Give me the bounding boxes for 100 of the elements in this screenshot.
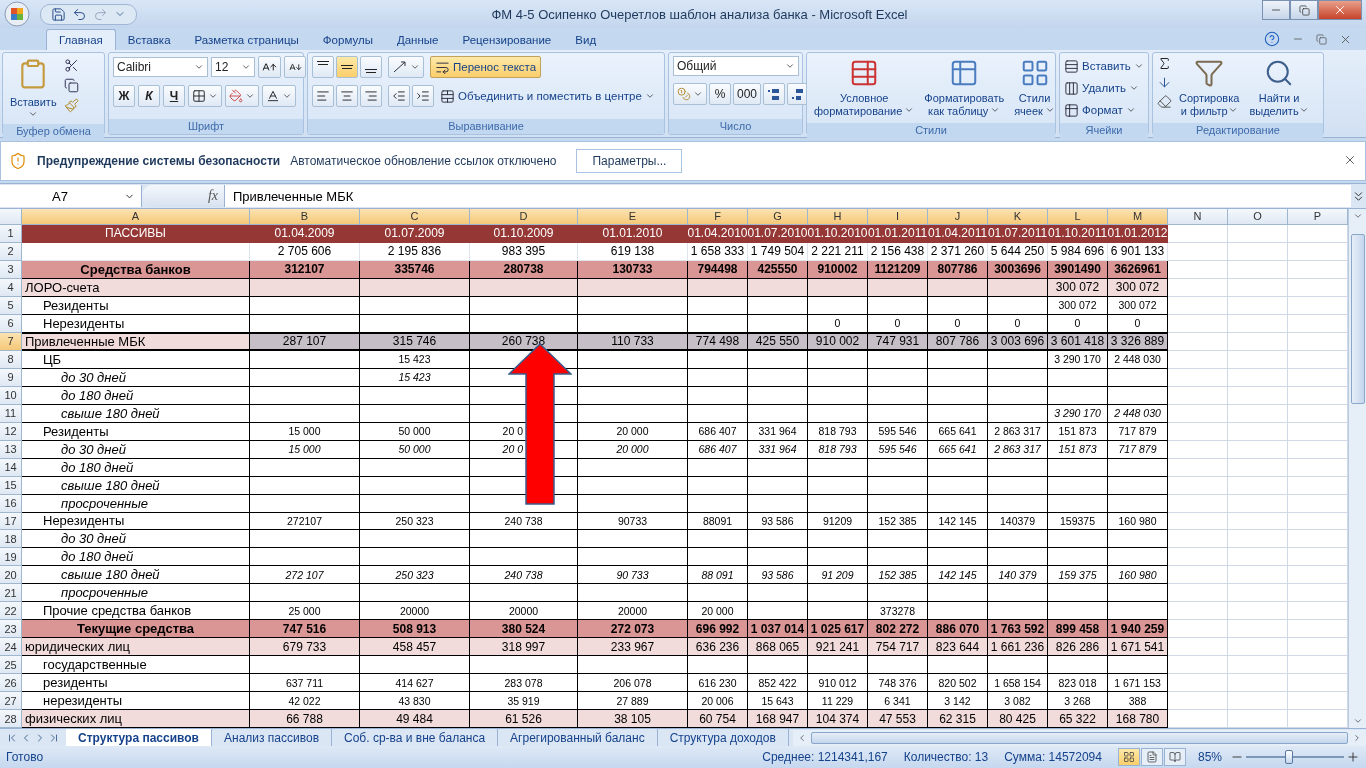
vertical-scrollbar[interactable] [1348, 209, 1366, 728]
column-header[interactable]: H [808, 209, 868, 225]
number-format-field[interactable]: Общий [673, 56, 799, 76]
ribbon-tab[interactable]: Рецензирование [450, 29, 564, 50]
fill-down-icon[interactable] [1157, 75, 1172, 90]
column-header[interactable]: K [988, 209, 1048, 225]
currency-button[interactable] [673, 83, 707, 105]
column-header[interactable]: D [470, 209, 578, 225]
ribbon-tab[interactable]: Данные [384, 29, 451, 50]
column-header[interactable]: L [1048, 209, 1108, 225]
column-header[interactable]: P [1288, 209, 1348, 225]
restore-icon[interactable] [1316, 33, 1327, 45]
vertical-align-button[interactable] [336, 56, 358, 78]
formula-field[interactable]: Привлеченные МБК [224, 185, 1351, 207]
merge-button[interactable]: Объединить и поместить в центре [440, 86, 655, 106]
function-button[interactable]: fx [142, 185, 224, 207]
font-size-field[interactable]: 12 [211, 57, 255, 77]
cells-button[interactable]: Вставить [1064, 56, 1144, 76]
wrap-text-button[interactable]: Перенос текста [430, 56, 542, 78]
cells-button[interactable]: Формат [1064, 100, 1136, 120]
orientation-button[interactable] [388, 56, 424, 78]
decrease-indent-button[interactable] [388, 85, 410, 107]
zoom-level[interactable]: 85% [1197, 750, 1222, 764]
eraser-icon[interactable] [1157, 94, 1172, 109]
column-header[interactable]: G [748, 209, 808, 225]
cells-button[interactable]: Удалить [1064, 78, 1139, 98]
align-right-button[interactable] [360, 85, 382, 107]
row-number[interactable]: 27 [0, 692, 22, 711]
column-header[interactable]: C [360, 209, 470, 225]
close-button[interactable] [1318, 0, 1362, 20]
increase-decimal-button[interactable] [763, 83, 786, 105]
view-button[interactable] [1140, 748, 1163, 766]
ribbon-tab[interactable]: Формулы [310, 29, 385, 50]
font-field[interactable]: Calibri [113, 57, 208, 77]
help-icon[interactable] [1264, 31, 1280, 47]
ribbon-tab[interactable]: Главная [46, 29, 116, 50]
format-painter-icon[interactable] [63, 98, 79, 113]
view-button[interactable] [1117, 748, 1140, 766]
row-number[interactable]: 21 [0, 584, 22, 603]
options-button[interactable]: Параметры... [576, 149, 683, 173]
horizontal-scrollbar[interactable] [792, 729, 1366, 746]
row-number[interactable]: 20 [0, 566, 22, 585]
column-header[interactable]: I [868, 209, 928, 225]
sheet-tab[interactable]: Структура пассивов [66, 729, 212, 746]
sum-icon[interactable] [1157, 56, 1172, 71]
first-sheet-icon[interactable] [6, 731, 18, 744]
zoom-thumb[interactable] [1284, 750, 1293, 764]
last-sheet-icon[interactable] [48, 731, 60, 744]
row-number[interactable]: 18 [0, 530, 22, 549]
row-number[interactable]: 19 [0, 548, 22, 567]
format-button[interactable]: К [138, 85, 160, 107]
name-box[interactable]: A7 [0, 185, 142, 207]
minimize-button[interactable] [1262, 0, 1290, 20]
column-header[interactable]: N [1168, 209, 1228, 225]
column-header[interactable]: J [928, 209, 988, 225]
column-header[interactable]: M [1108, 209, 1168, 225]
row-number[interactable]: 25 [0, 656, 22, 675]
ribbon-tab[interactable]: Вид [563, 29, 609, 50]
vertical-align-button[interactable] [312, 56, 334, 78]
undo-icon[interactable] [72, 6, 87, 22]
editing-button[interactable]: Сортировка и фильтр [1176, 56, 1243, 120]
column-header[interactable]: O [1228, 209, 1288, 225]
column-header[interactable]: A [22, 209, 250, 225]
row-number[interactable]: 23 [0, 620, 22, 639]
format-button[interactable]: Ж [113, 85, 135, 107]
shrink-font-button[interactable] [284, 56, 306, 78]
number-style-button[interactable]: 000 [733, 83, 762, 105]
zoom-in-icon[interactable] [1346, 750, 1360, 764]
number-style-button[interactable]: % [709, 83, 731, 105]
borders-button[interactable] [188, 85, 222, 107]
font-color-button[interactable] [262, 85, 296, 107]
restore-button[interactable] [1290, 0, 1318, 20]
view-button[interactable] [1163, 748, 1186, 766]
column-header[interactable]: B [250, 209, 360, 225]
align-left-button[interactable] [312, 85, 334, 107]
row-number[interactable]: 24 [0, 638, 22, 657]
cut-icon[interactable] [63, 58, 79, 73]
column-header[interactable]: F [688, 209, 748, 225]
copy-icon[interactable] [63, 78, 79, 93]
select-all-button[interactable] [0, 209, 22, 225]
align-center-button[interactable] [336, 85, 358, 107]
styles-button[interactable]: Стили ячеек [1011, 56, 1058, 120]
styles-button[interactable]: Форматировать как таблицу [921, 56, 1008, 120]
vertical-align-button[interactable] [360, 56, 382, 78]
table-cell [688, 548, 748, 567]
styles-button[interactable]: Условное форматирование [811, 56, 918, 120]
office-logo-icon[interactable] [4, 1, 30, 27]
row-number[interactable]: 22 [0, 602, 22, 621]
row-number[interactable]: 28 [0, 710, 22, 728]
save-icon[interactable] [51, 6, 66, 22]
editing-button[interactable]: Найти и выделить [1246, 56, 1312, 120]
grow-font-button[interactable] [258, 56, 281, 78]
paste-button[interactable]: Вставить [7, 56, 60, 121]
increase-indent-button[interactable] [412, 85, 434, 107]
format-button[interactable]: Ч [163, 85, 185, 107]
ribbon-tab[interactable]: Разметка страницы [182, 29, 311, 50]
ribbon-tab[interactable]: Вставка [115, 29, 183, 50]
column-header[interactable]: E [578, 209, 688, 225]
fill-color-button[interactable] [225, 85, 259, 107]
row-number[interactable]: 26 [0, 674, 22, 693]
